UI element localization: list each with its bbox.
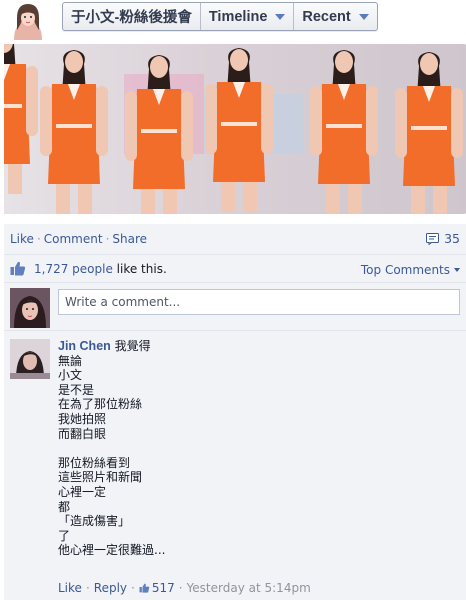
separator-dot: · bbox=[105, 232, 110, 246]
comment-text-line: 都 bbox=[58, 499, 71, 514]
comment-reply-link[interactable]: Reply bbox=[94, 581, 127, 595]
top-comments-dropdown[interactable]: Top Comments bbox=[361, 263, 460, 277]
page-header: 于小文-粉絲後援會 Timeline Recent bbox=[0, 0, 466, 42]
post-photo[interactable] bbox=[4, 44, 466, 214]
comment-text-line bbox=[58, 441, 458, 456]
comment-text-line: 我覺得 bbox=[114, 339, 151, 353]
likes-count-link[interactable]: 1,727 people bbox=[34, 262, 113, 276]
likes-text: 1,727 people like this. bbox=[34, 262, 167, 276]
action-links: Like · Comment · Share bbox=[10, 232, 147, 246]
page-name-button[interactable]: 于小文-粉絲後援會 bbox=[63, 3, 201, 30]
comment-item: Jin Chen 我覺得 無論 小文 是不是 在為了那位粉絲 我她拍照 而翻白眼… bbox=[4, 330, 466, 600]
comment-input[interactable] bbox=[58, 289, 460, 315]
thumbs-up-icon bbox=[139, 583, 150, 593]
comment-count[interactable]: 35 bbox=[426, 231, 460, 246]
comment-likes-value: 517 bbox=[151, 581, 175, 595]
comment-text-line: 我她拍照 bbox=[58, 411, 107, 426]
thumbs-up-icon bbox=[10, 261, 26, 276]
separator-dot: · bbox=[36, 232, 41, 246]
like-link[interactable]: Like bbox=[10, 232, 34, 246]
comment-text-line: 這些照片和新聞 bbox=[58, 470, 143, 485]
comment-timestamp[interactable]: Yesterday at 5:14pm bbox=[187, 581, 311, 595]
recent-caret-icon bbox=[358, 13, 369, 20]
comment-like-link[interactable]: Like bbox=[58, 581, 82, 595]
speech-bubble-icon bbox=[426, 232, 440, 245]
post-actions: Like · Comment · Share 35 bbox=[4, 224, 466, 250]
timeline-label: Timeline bbox=[208, 8, 268, 25]
comment-text-line: 在為了那位粉絲 bbox=[58, 397, 143, 412]
comment-likes-count[interactable]: 517 bbox=[139, 581, 175, 595]
comment-text-line: 「造成傷害」 bbox=[58, 514, 131, 529]
comment-composer bbox=[4, 282, 466, 330]
page-avatar[interactable] bbox=[8, 2, 48, 40]
comment-author[interactable]: Jin Chen bbox=[58, 339, 111, 353]
comment-body: Jin Chen 我覺得 無論 小文 是不是 在為了那位粉絲 我她拍照 而翻白眼… bbox=[58, 339, 458, 558]
feedback-panel: Like · Comment · Share 35 1,727 people like … bbox=[4, 224, 466, 600]
comment-text-line: 小文 bbox=[58, 368, 83, 383]
commenter-avatar[interactable] bbox=[10, 339, 50, 379]
comment-first-line: Jin Chen 我覺得 bbox=[58, 339, 458, 354]
comment-text-line: 無論 bbox=[58, 353, 83, 368]
comment-meta: Like · Reply · 517 · Yesterday at 5:14pm bbox=[58, 581, 311, 595]
share-link[interactable]: Share bbox=[112, 232, 147, 246]
comment-text-line: 心裡一定 bbox=[58, 484, 107, 499]
comment-text-line: 那位粉絲看到 bbox=[58, 455, 131, 470]
page-nav-buttons: 于小文-粉絲後援會 Timeline Recent bbox=[62, 2, 378, 31]
recent-label: Recent bbox=[302, 8, 351, 25]
comment-count-value: 35 bbox=[444, 231, 460, 246]
likes-suffix: like this. bbox=[112, 262, 167, 276]
comment-text-line: 是不是 bbox=[58, 382, 95, 397]
chevron-down-icon bbox=[454, 268, 460, 272]
comment-text-line: 而翻白眼 bbox=[58, 426, 107, 441]
comment-text-line: 他心裡一定很難過... bbox=[58, 543, 166, 558]
timeline-button[interactable]: Timeline bbox=[201, 3, 295, 30]
likes-summary: 1,727 people like this. Top Comments bbox=[4, 254, 466, 280]
recent-button[interactable]: Recent bbox=[294, 3, 376, 30]
separator-dot: · bbox=[178, 581, 183, 595]
timeline-caret-icon bbox=[275, 13, 286, 20]
top-comments-label: Top Comments bbox=[360, 263, 450, 277]
comment-link[interactable]: Comment bbox=[44, 232, 103, 246]
avatar[interactable] bbox=[10, 288, 50, 328]
page-name-label: 于小文-粉絲後援會 bbox=[71, 10, 192, 26]
comment-text-line: 了 bbox=[58, 528, 71, 543]
separator-dot: · bbox=[85, 581, 90, 595]
separator-dot: · bbox=[131, 581, 135, 595]
